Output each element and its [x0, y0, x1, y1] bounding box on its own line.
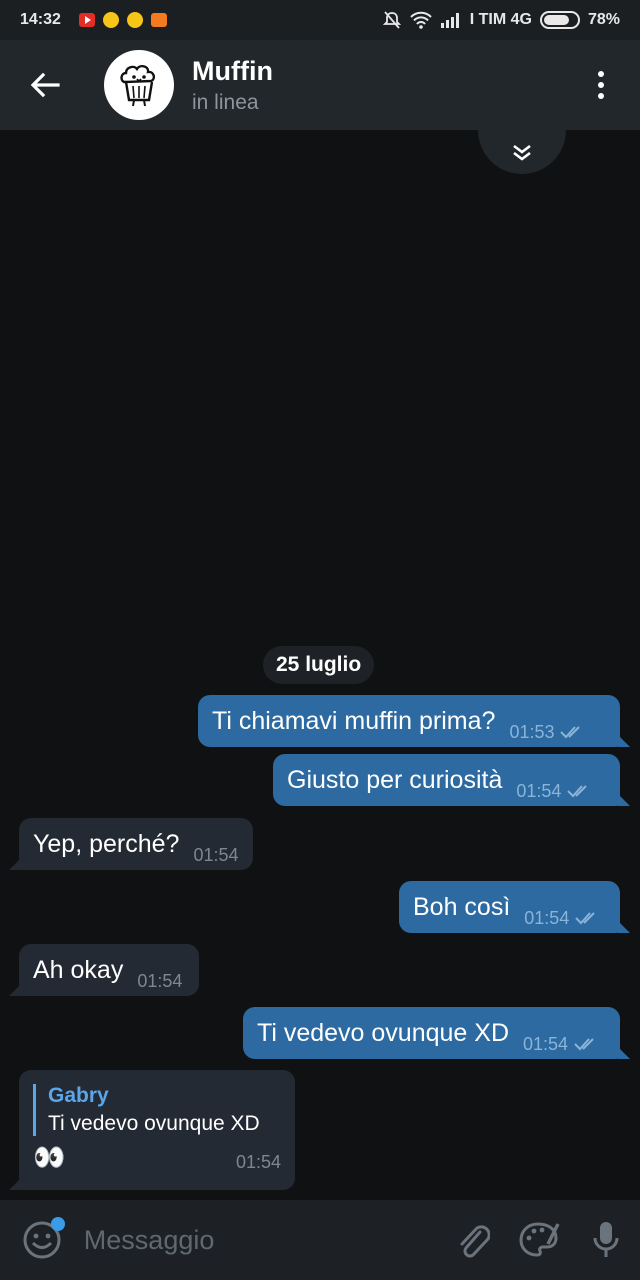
- more-dot: [598, 93, 604, 99]
- scroll-down-button[interactable]: [478, 130, 566, 174]
- message-notification-icon: [150, 13, 167, 27]
- youtube-notification-icon: [78, 13, 95, 27]
- voice-message-button[interactable]: [573, 1200, 640, 1280]
- battery-percentage: 78%: [587, 11, 620, 28]
- muffin-avatar-icon: [120, 64, 156, 107]
- chat-header: Muffin in linea: [0, 40, 640, 130]
- message-text: Ah okay: [33, 955, 124, 984]
- date-separator: 25 luglio: [263, 646, 375, 684]
- paint-button[interactable]: [505, 1200, 572, 1280]
- message-time: 01:54: [524, 907, 570, 928]
- message-input-bar: [0, 1200, 640, 1280]
- avatar[interactable]: [104, 50, 174, 120]
- message-time: 01:54: [516, 780, 562, 801]
- back-button[interactable]: [0, 40, 90, 130]
- eyes-emoji: 👀: [33, 1142, 66, 1172]
- paperclip-icon: [460, 1225, 490, 1258]
- attach-button[interactable]: [438, 1200, 505, 1280]
- new-stickers-badge: [51, 1217, 65, 1231]
- message-bubble-outgoing[interactable]: Ti chiamavi muffin prima? 01:53: [198, 695, 630, 747]
- message-input[interactable]: [83, 1200, 438, 1280]
- message-text: Yep, perché?: [33, 829, 180, 858]
- double-check-icon: [560, 726, 581, 739]
- back-arrow-icon: [30, 72, 60, 98]
- mute-icon: [382, 10, 402, 30]
- message-text: Ti vedevo ovunque XD: [257, 1018, 510, 1047]
- message-time: 01:54: [523, 1033, 569, 1054]
- microphone-icon: [593, 1222, 619, 1257]
- double-check-icon: [575, 912, 596, 925]
- double-chevron-down-icon: [513, 144, 531, 161]
- palette-icon: [519, 1222, 560, 1257]
- signal-icon: [440, 12, 462, 28]
- app-notification-icon: [126, 12, 143, 28]
- more-dot: [598, 71, 604, 77]
- quote-author: Gabry: [48, 1084, 109, 1107]
- quote-text: Ti vedevo ovunque XD: [48, 1112, 260, 1135]
- message-text: Boh così: [413, 892, 511, 921]
- app-notification-icon: [102, 12, 119, 28]
- battery-icon: [539, 11, 580, 29]
- chat-title[interactable]: Muffin: [192, 56, 273, 87]
- more-dot: [598, 82, 604, 88]
- message-bubble-outgoing[interactable]: Giusto per curiosità 01:54: [273, 754, 630, 806]
- status-time: 14:32: [20, 11, 61, 28]
- carrier-label: I TIM 4G: [469, 11, 532, 28]
- status-bar: 14:32 I TIM 4G 78%: [0, 0, 640, 40]
- message-time: 01:53: [509, 721, 555, 742]
- reply-quote[interactable]: Gabry Ti vedevo ovunque XD: [33, 1084, 260, 1136]
- message-time: 01:54: [193, 844, 239, 865]
- emoji-button[interactable]: [0, 1200, 84, 1280]
- message-text: Giusto per curiosità: [287, 765, 503, 794]
- message-time: 01:54: [235, 1152, 281, 1172]
- message-text: Ti chiamavi muffin prima?: [212, 706, 496, 735]
- online-status: in linea: [192, 90, 259, 114]
- message-bubble-incoming-reply[interactable]: Gabry Ti vedevo ovunque XD 👀 01:54: [9, 1070, 295, 1190]
- wifi-icon: [410, 11, 432, 29]
- double-check-icon: [567, 785, 588, 798]
- message-bubble-incoming[interactable]: Ah okay 01:54: [9, 944, 199, 996]
- more-options-button[interactable]: [584, 64, 618, 106]
- message-time: 01:54: [137, 970, 183, 991]
- message-bubble-incoming[interactable]: Yep, perché? 01:54: [9, 818, 253, 870]
- message-bubble-outgoing[interactable]: Boh così 01:54: [399, 881, 630, 933]
- double-check-icon: [574, 1038, 594, 1051]
- message-bubble-outgoing[interactable]: Ti vedevo ovunque XD 01:54: [243, 1007, 630, 1059]
